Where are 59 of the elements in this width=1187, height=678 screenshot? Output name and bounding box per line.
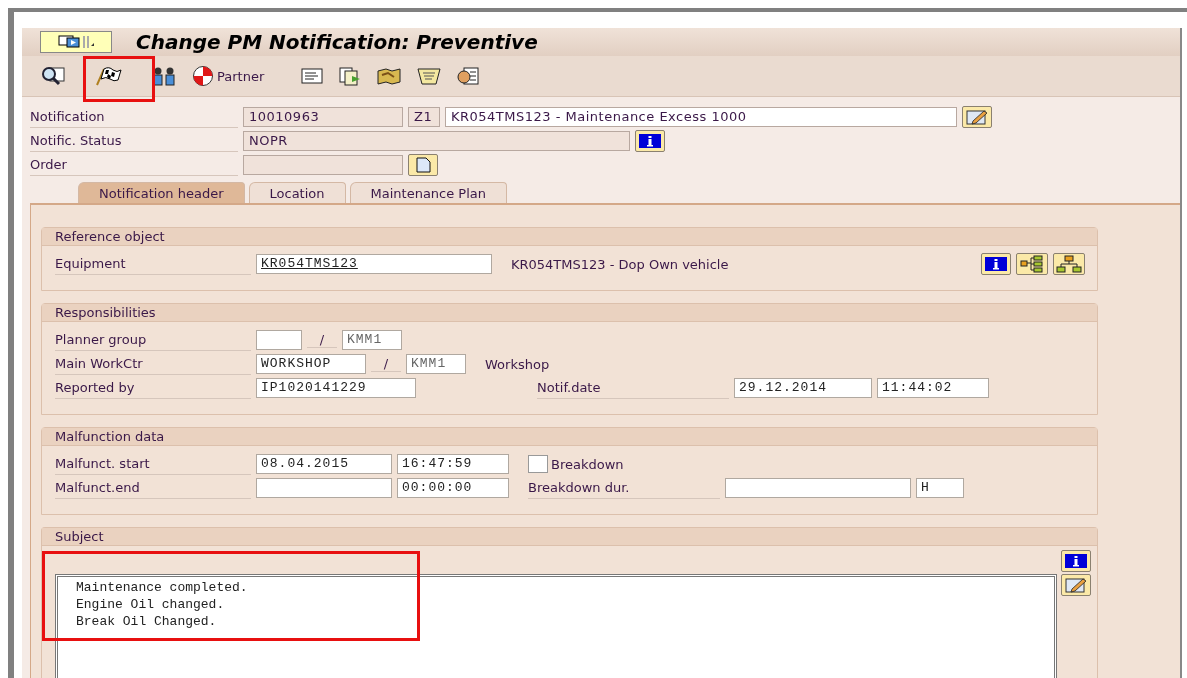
work-center-description: Workshop	[485, 356, 550, 372]
info-button[interactable]	[981, 253, 1011, 275]
reported-by-field[interactable]: IP1020141229	[256, 378, 416, 398]
planner-group-field[interactable]	[256, 330, 302, 350]
notification-number-field[interactable]: 10010963	[243, 107, 403, 127]
field-label: Order	[30, 154, 238, 176]
info-button[interactable]	[1061, 550, 1091, 572]
equipment-description: KR054TMS123 - Dop Own vehicle	[511, 256, 729, 272]
start-date-field[interactable]: 08.04.2015	[256, 454, 392, 474]
tab[interactable]: Maintenance Plan	[349, 182, 508, 203]
separator-slash: /	[307, 332, 337, 348]
edit-button[interactable]	[962, 106, 992, 128]
breakdown-duration-field[interactable]	[725, 478, 911, 498]
notification-type-field[interactable]: Z1	[408, 107, 440, 127]
plant-field[interactable]: KMM1	[406, 354, 466, 374]
end-time-field[interactable]: 00:00:00	[397, 478, 509, 498]
menu-icon	[56, 34, 96, 50]
field-label: Notif.date	[537, 377, 729, 399]
equipment-field[interactable]: KR054TMS123	[256, 254, 492, 274]
group-title: Malfunction data	[42, 428, 1097, 446]
group-title: Subject	[42, 528, 1097, 546]
structure-icon[interactable]	[1016, 253, 1048, 275]
breakdown-checkbox[interactable]	[528, 455, 548, 473]
edit-button[interactable]	[1061, 574, 1091, 596]
field-label: Malfunct.end	[55, 477, 251, 499]
group-title: Reference object	[42, 228, 1097, 246]
tab[interactable]: Notification header	[78, 182, 245, 203]
create-order-button[interactable]	[408, 154, 438, 176]
unit-field[interactable]: H	[916, 478, 964, 498]
checkbox-label: Breakdown	[551, 456, 624, 472]
start-time-field[interactable]: 16:47:59	[397, 454, 509, 474]
separator-slash: /	[371, 356, 401, 372]
tab[interactable]: Location	[248, 182, 346, 203]
work-center-field[interactable]: WORKSHOP	[256, 354, 366, 374]
partner-button[interactable]: Partner	[188, 61, 269, 91]
field-label: Notific. Status	[30, 130, 238, 152]
subject-text-area[interactable]: Maintenance completed. Engine Oil changed. Break Oil Changed.	[55, 574, 1057, 678]
window-title: Change PM Notification: Preventive	[136, 30, 538, 54]
end-date-field[interactable]	[256, 478, 392, 498]
notification-description-field[interactable]: KR054TMS123 - Maintenance Excess 1000	[445, 107, 957, 127]
pie-icon	[192, 65, 214, 87]
field-label: Planner group	[55, 329, 251, 351]
group-title: Responsibilities	[42, 304, 1097, 322]
field-label: Malfunct. start	[55, 453, 251, 475]
field-label: Breakdown dur.	[528, 477, 720, 499]
notif-date-field[interactable]: 29.12.2014	[734, 378, 872, 398]
order-field[interactable]	[243, 155, 403, 175]
field-label: Notification	[30, 106, 238, 128]
field-label: Equipment	[55, 253, 251, 275]
field-label: Reported by	[55, 377, 251, 399]
hierarchy-icon[interactable]	[1053, 253, 1085, 275]
info-button[interactable]	[635, 130, 665, 152]
document-icon	[414, 156, 432, 174]
status-field[interactable]: NOPR	[243, 131, 630, 151]
field-label: Main WorkCtr	[55, 353, 251, 375]
highlight-frame	[83, 56, 155, 102]
planning-plant-field[interactable]: KMM1	[342, 330, 402, 350]
notif-time-field[interactable]: 11:44:02	[877, 378, 989, 398]
menu-button[interactable]	[40, 31, 112, 53]
